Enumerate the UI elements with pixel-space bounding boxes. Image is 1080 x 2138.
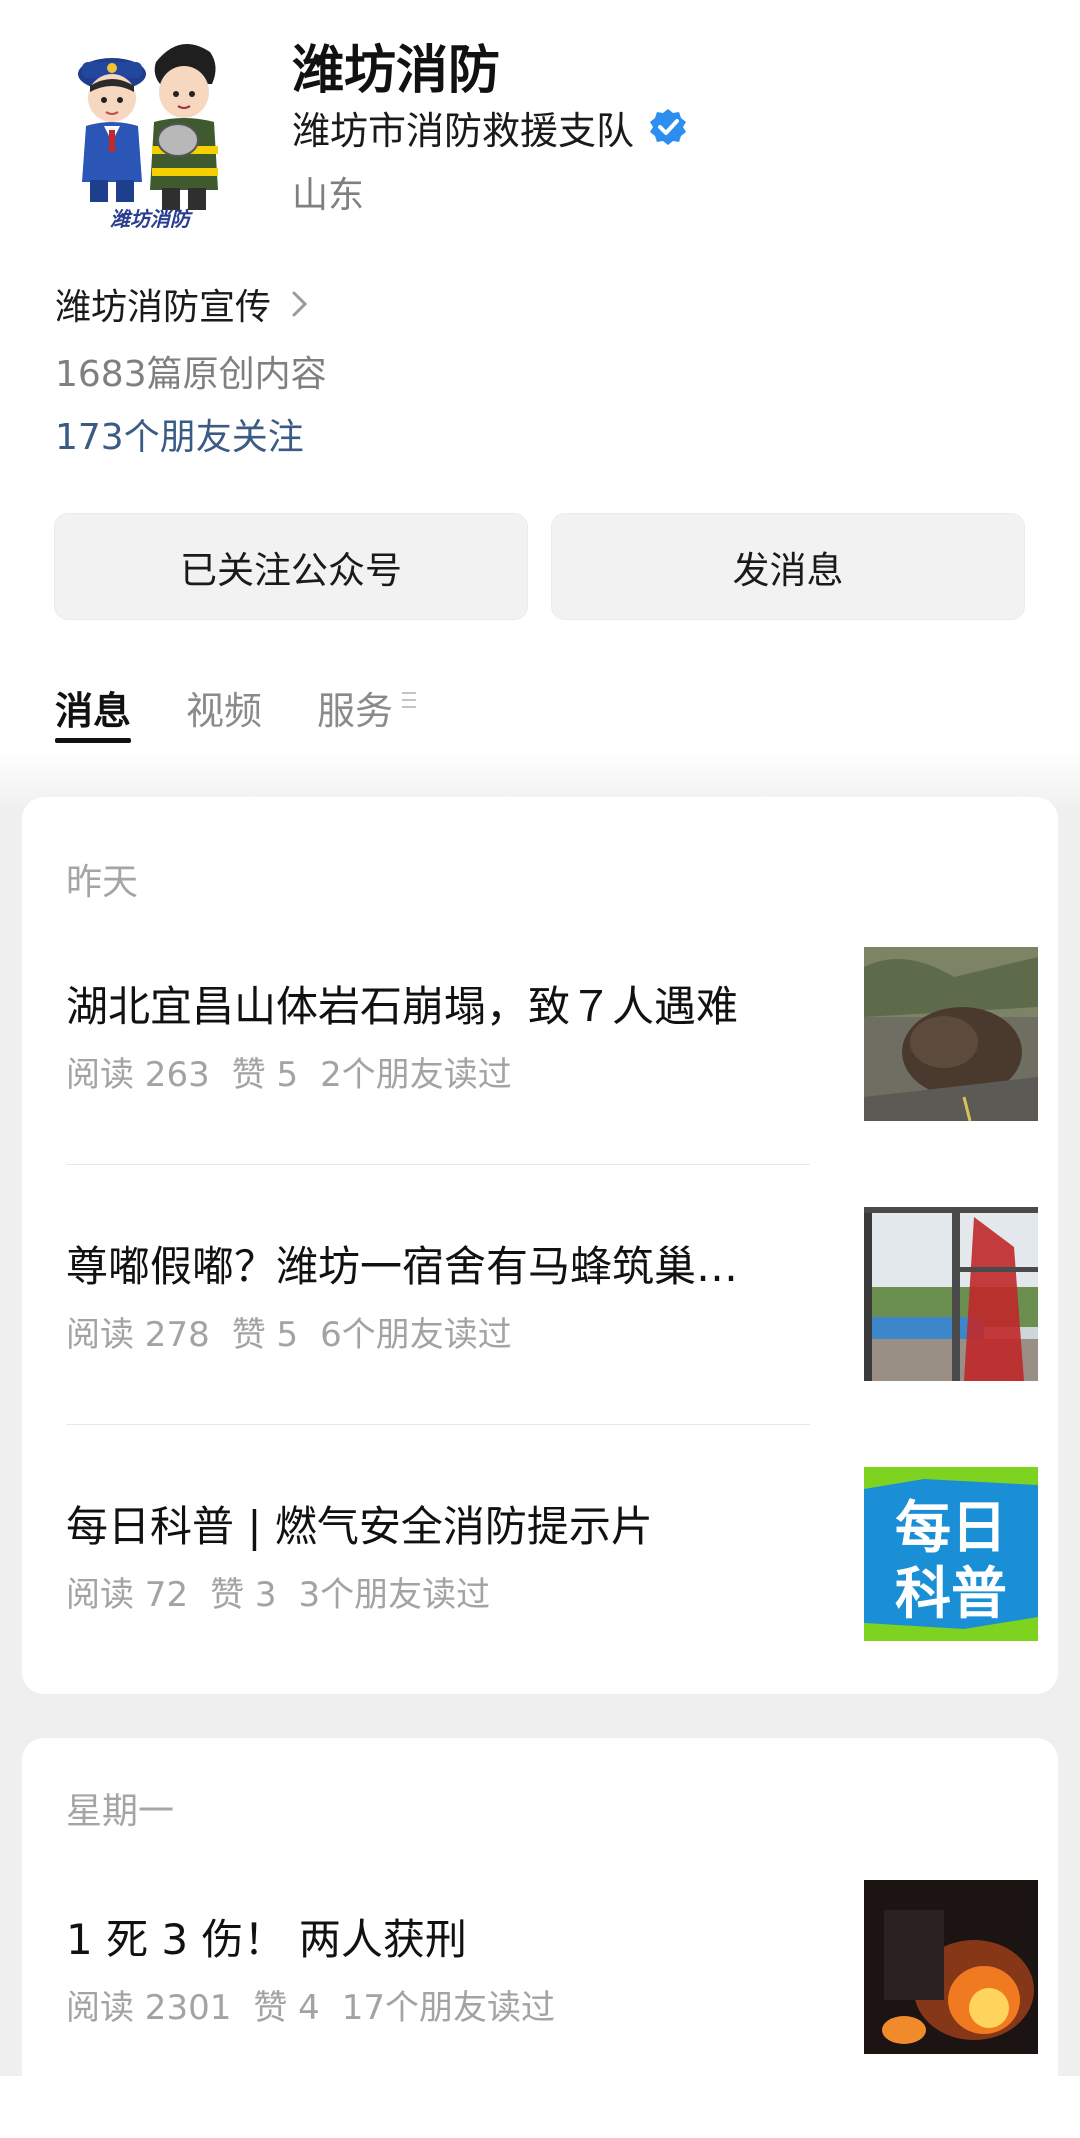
profile-header: 潍坊消防 潍坊消防 潍坊市消防救援支队 山东 潍坊消防宣传 1683篇原创内容 … <box>0 0 1080 790</box>
article-item[interactable]: 1 死 3 伤！ 两人获刑 阅读 2301 赞 4 17个朋友读过 <box>66 1880 1038 2055</box>
avatar-logo-text: 潍坊消防 <box>110 207 193 231</box>
article-thumbnail <box>864 1207 1038 1381</box>
article-title: 每日科普 | 燃气安全消防提示片 <box>66 1502 653 1551</box>
like-count: 赞 5 <box>231 1315 299 1355</box>
account-region: 山东 <box>292 175 365 216</box>
article-item[interactable]: 尊嘟假嘟？潍坊一宿舍有马蜂筑巢… 阅读 278 赞 5 6个朋友读过 <box>66 1207 1038 1382</box>
account-org: 潍坊市消防救援支队 <box>292 108 635 153</box>
article-thumbnail <box>864 1880 1038 2054</box>
item-divider <box>66 1164 810 1165</box>
menu-icon[interactable] <box>400 686 420 721</box>
article-title: 尊嘟假嘟？潍坊一宿舍有马蜂筑巢… <box>66 1242 739 1291</box>
account-name: 潍坊消防 <box>292 41 501 101</box>
read-count: 阅读 72 <box>66 1575 189 1615</box>
like-count: 赞 4 <box>253 1988 320 2028</box>
account-org-row: 潍坊市消防救援支队 <box>292 102 688 153</box>
article-item[interactable]: 湖北宜昌山体岩石崩塌，致７人遇难 阅读 263 赞 5 2个朋友读过 <box>66 947 1038 1122</box>
friends-read: 6个朋友读过 <box>320 1315 512 1355</box>
promo-link[interactable]: 潍坊消防宣传 <box>55 278 311 330</box>
article-meta: 阅读 278 赞 5 6个朋友读过 <box>66 1307 534 1356</box>
friends-read: 3个朋友读过 <box>298 1575 491 1615</box>
promo-label: 潍坊消防宣传 <box>55 287 272 328</box>
message-group-card: 昨天 湖北宜昌山体岩石崩塌，致７人遇难 阅读 263 赞 5 2个朋友读过 尊嘟… <box>22 797 1058 1694</box>
article-title: 湖北宜昌山体岩石崩塌，致７人遇难 <box>66 982 739 1031</box>
read-count: 阅读 2301 <box>66 1988 232 2028</box>
article-meta: 阅读 2301 赞 4 17个朋友读过 <box>66 1980 577 2029</box>
thumbnail-text-line2: 科普 <box>895 1562 1007 1627</box>
tab-services[interactable]: 服务 <box>317 680 393 735</box>
article-meta: 阅读 263 赞 5 2个朋友读过 <box>66 1047 534 1096</box>
friends-read: 17个朋友读过 <box>341 1988 556 2028</box>
article-item[interactable]: 每日科普 | 燃气安全消防提示片 阅读 72 赞 3 3个朋友读过 每日 科普 <box>66 1467 1038 1642</box>
item-divider <box>66 1424 810 1425</box>
friends-following[interactable]: 173个朋友关注 <box>55 408 304 460</box>
like-count: 赞 3 <box>210 1575 277 1615</box>
chevron-right-icon <box>289 289 311 319</box>
article-thumbnail <box>864 947 1038 1121</box>
friends-read: 2个朋友读过 <box>320 1055 512 1095</box>
group-date: 星期一 <box>66 1791 175 1832</box>
tab-messages[interactable]: 消息 <box>55 680 132 743</box>
content-tabs: 消息 视频 服务 <box>55 680 420 743</box>
read-count: 阅读 278 <box>66 1315 210 1355</box>
followed-button[interactable]: 已关注公众号 <box>54 513 528 620</box>
article-thumbnail: 每日 科普 <box>864 1467 1038 1641</box>
tab-videos[interactable]: 视频 <box>186 680 262 735</box>
send-message-button[interactable]: 发消息 <box>551 513 1025 620</box>
article-meta: 阅读 72 赞 3 3个朋友读过 <box>66 1567 512 1616</box>
article-title: 1 死 3 伤！ 两人获刑 <box>66 1915 467 1964</box>
account-avatar[interactable]: 潍坊消防 <box>60 22 240 232</box>
verified-badge-icon <box>648 107 688 147</box>
original-count[interactable]: 1683篇原创内容 <box>55 345 327 397</box>
read-count: 阅读 263 <box>66 1055 210 1095</box>
like-count: 赞 5 <box>231 1055 299 1095</box>
thumbnail-text-line1: 每日 <box>895 1496 1007 1561</box>
message-group-card: 星期一 1 死 3 伤！ 两人获刑 阅读 2301 赞 4 17个朋友读过 <box>22 1738 1058 2138</box>
group-date: 昨天 <box>66 862 139 903</box>
